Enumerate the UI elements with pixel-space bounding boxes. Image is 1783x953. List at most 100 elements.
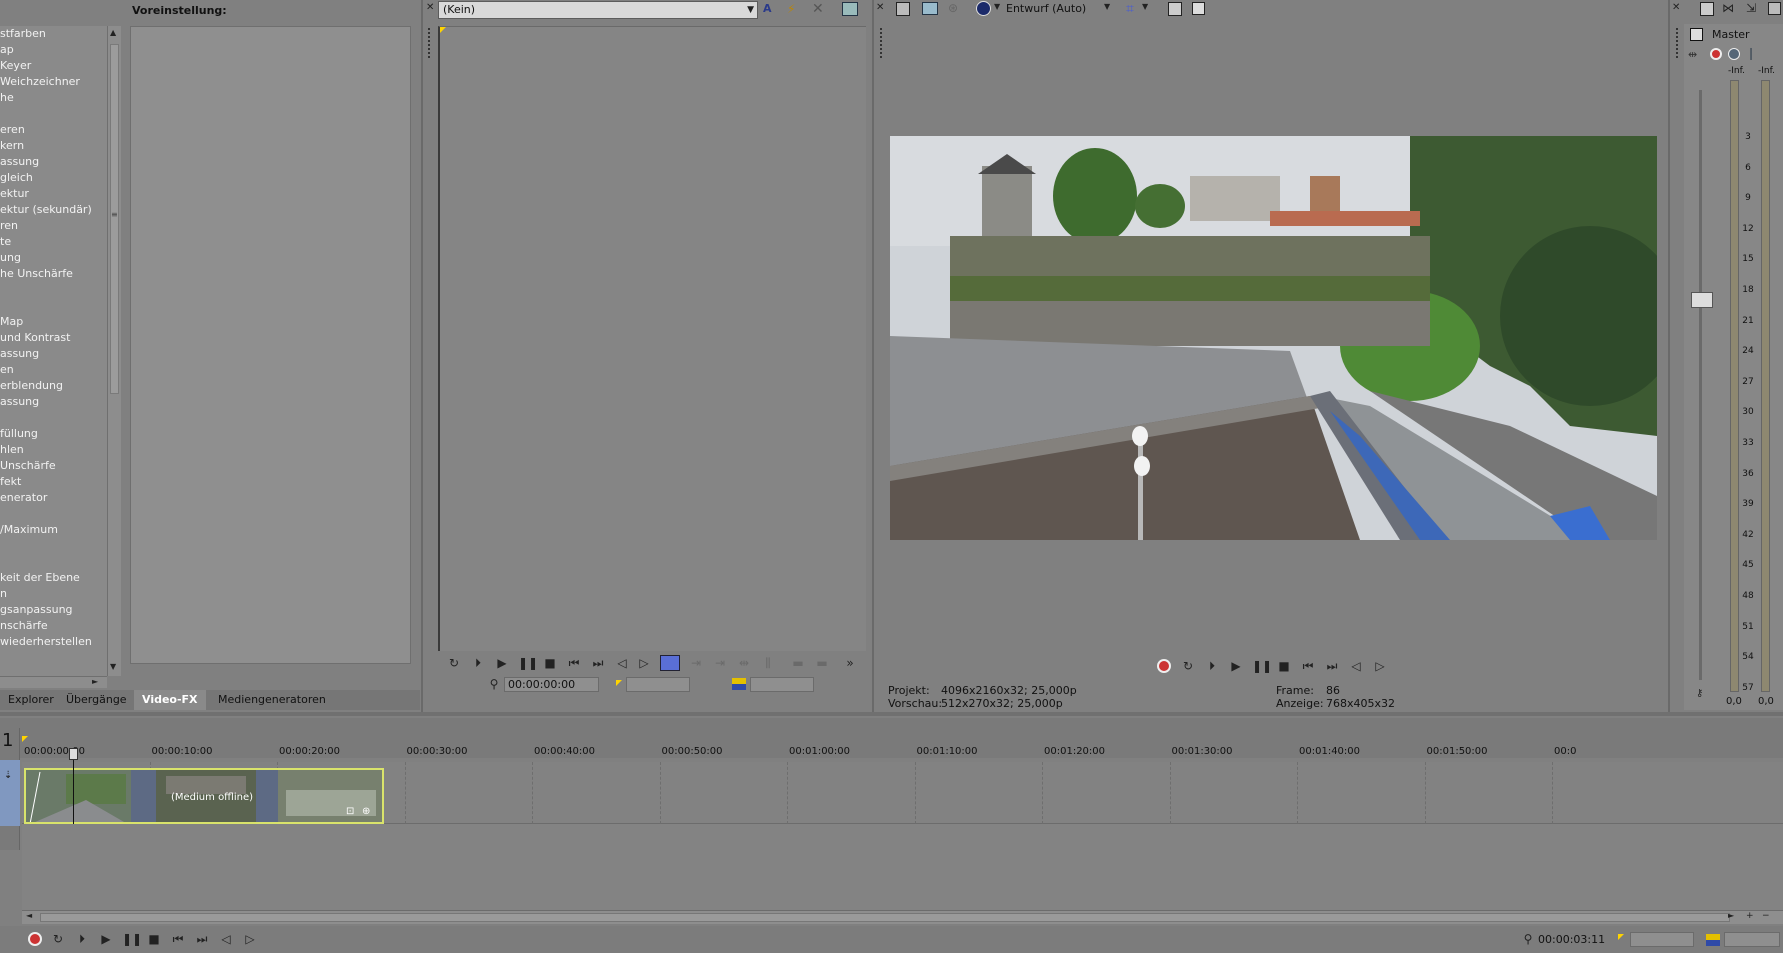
insert-icon[interactable]: ⇥ [712,655,728,671]
go-to-start-icon[interactable]: ⏮ [170,931,186,947]
scroll-down-icon[interactable]: ▼ [110,662,116,671]
fx-list-item[interactable]: ektur (sekundär) [0,202,108,218]
video-fx-list[interactable]: stfarben ap Keyer Weichzeichner he eren kern as… [0,26,108,676]
pause-icon[interactable]: ❚❚ [1252,658,1272,674]
fx-list-item[interactable]: Weichzeichner [0,74,108,90]
tab-uebergaenge[interactable]: Übergänge [58,690,135,710]
loop-icon[interactable]: ↻ [1180,658,1196,674]
fx-list-item[interactable]: assung [0,154,108,170]
timeline-empty-area[interactable] [22,824,1783,910]
scroll-right-icon[interactable]: ► [1728,911,1734,920]
properties-icon[interactable] [896,2,910,16]
fx-list-item[interactable]: ren [0,218,108,234]
preview-quality[interactable]: Entwurf (Auto) [1006,2,1086,15]
fx-list-item[interactable] [0,538,108,554]
fx-list-item[interactable]: enerator [0,490,108,506]
video-clip[interactable]: (Medium offline) ⊡ ⊕ [24,768,384,824]
delete-icon[interactable]: ✕ [812,1,828,17]
prev-frame-icon[interactable]: ◁ [218,931,234,947]
playhead-handle[interactable] [69,748,78,760]
volume-slider-track[interactable] [1699,90,1702,680]
fx-list-item[interactable]: en [0,362,108,378]
stop-icon[interactable]: ■ [542,655,558,671]
fx-list-item[interactable]: eren [0,122,108,138]
go-to-end-icon[interactable]: ⏭ [194,931,210,947]
fx-list-item[interactable]: kern [0,138,108,154]
fx-list-item[interactable]: Map [0,314,108,330]
chevron-down-icon[interactable]: ▼ [1142,2,1148,11]
trimmer-area[interactable] [438,26,866,651]
save-snapshot-icon[interactable] [1192,2,1205,15]
track-color-bar[interactable]: ⇣ [0,760,20,826]
fx-list-item[interactable]: keit der Ebene [0,570,108,586]
video-preview[interactable] [890,136,1657,540]
fx-list-item[interactable]: assung [0,394,108,410]
close-icon[interactable]: ✕ [426,2,434,13]
in-point-icon[interactable]: ▬ [790,655,806,671]
fx-list-item[interactable]: füllung [0,426,108,442]
fx-list-item[interactable]: Keyer [0,58,108,74]
pause-icon[interactable]: ❚❚ [518,655,538,671]
fx-list-item[interactable]: und Kontrast [0,330,108,346]
play-icon[interactable]: ▶ [494,655,510,671]
next-frame-icon[interactable]: ▷ [1372,658,1388,674]
monitor-icon[interactable] [842,2,858,16]
event-fx-icon[interactable]: ⊕ [362,806,370,817]
text-format-icon[interactable]: A [763,2,779,18]
fit-icon[interactable]: ⫼ [760,655,776,671]
zoom-in-icon[interactable]: + [1746,911,1754,921]
play-from-start-icon[interactable]: ⏵ [1204,658,1220,674]
master-box-icon[interactable] [1690,28,1703,41]
fx-list-item[interactable] [0,106,108,122]
go-to-end-icon[interactable]: ⏭ [1324,658,1340,674]
fx-list-item[interactable]: assung [0,346,108,362]
fx-list-item[interactable] [0,410,108,426]
grip-handle[interactable] [1676,28,1679,58]
tab-explorer[interactable]: Explorer [0,690,62,710]
insert-fx-icon[interactable]: ⇹ [1688,48,1697,61]
fx-list-item[interactable]: ap [0,42,108,58]
fx-list-item[interactable] [0,554,108,570]
fx-list-item[interactable]: ektur [0,186,108,202]
fx-list-item[interactable] [0,282,108,298]
split-screen-icon[interactable] [976,1,991,16]
fx-list-item[interactable]: he [0,90,108,106]
trimmer-source-select[interactable]: (Kein) ▼ [438,1,758,19]
next-frame-icon[interactable]: ▷ [242,931,258,947]
stop-icon[interactable]: ■ [146,931,162,947]
more-icon[interactable]: » [842,655,858,671]
lock-icon[interactable]: ⚷ [1696,688,1703,699]
stop-icon[interactable]: ■ [1276,658,1292,674]
record-icon[interactable] [1157,659,1171,673]
panel-divider[interactable] [421,0,423,712]
scrollbar-thumb[interactable] [40,913,1730,922]
play-icon[interactable]: ▶ [1228,658,1244,674]
fx-list-item[interactable] [0,298,108,314]
fx-list-item[interactable]: Unschärfe [0,458,108,474]
trimmer-in-point[interactable] [626,677,690,692]
external-monitor-icon[interactable] [922,2,938,15]
chevron-down-icon[interactable]: ▼ [994,2,1000,11]
prev-frame-icon[interactable]: ◁ [614,655,630,671]
volume-slider-thumb[interactable] [1691,292,1713,308]
fx-list-item[interactable]: gsanpassung [0,602,108,618]
scroll-left-icon[interactable]: ◄ [26,911,32,920]
fx-list-item[interactable]: n [0,586,108,602]
pan-crop-icon[interactable]: ⊡ [346,806,354,817]
downmix-icon[interactable]: ⋈ [1722,1,1734,15]
add-to-timeline-icon[interactable]: ⇥ [688,655,704,671]
fx-list-item[interactable] [0,506,108,522]
preset-panel[interactable] [130,26,411,664]
tab-video-fx[interactable]: Video-FX [134,690,206,710]
play-from-start-icon[interactable]: ⏵ [470,655,486,671]
trimmer-length[interactable] [750,677,814,692]
fx-list-item[interactable]: ung [0,250,108,266]
fx-list-item[interactable]: gleich [0,170,108,186]
fx-list-item[interactable]: /Maximum [0,522,108,538]
mixer-properties-icon[interactable] [1700,2,1714,16]
next-frame-icon[interactable]: ▷ [636,655,652,671]
fx-list-item[interactable]: hlen [0,442,108,458]
record-icon[interactable] [28,932,42,946]
grip-handle[interactable] [880,28,883,58]
timeline-hscroll[interactable]: ◄ ► + − [22,910,1783,924]
